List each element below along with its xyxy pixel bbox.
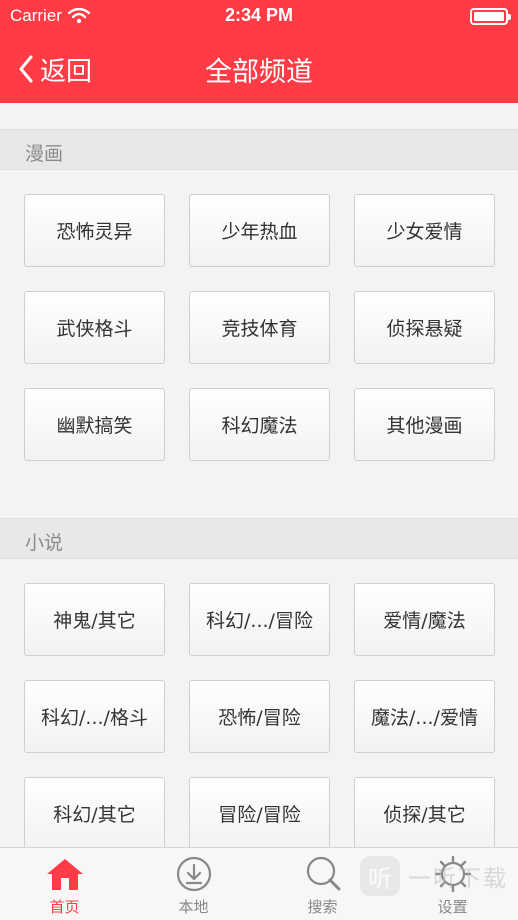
section-header: 漫画 xyxy=(0,129,518,170)
channel-button[interactable]: 神鬼/其它 xyxy=(24,583,165,656)
tab-local[interactable]: 本地 xyxy=(129,848,258,920)
channel-list[interactable]: 漫画恐怖灵异 少年热血 少女爱情武侠格斗 竞技体育 侦探悬疑幽默搞笑 科幻魔法 其他漫画小说… xyxy=(0,103,518,847)
channel-button[interactable]: 武侠格斗 xyxy=(24,291,165,364)
watermark: 听 一听下载 xyxy=(360,856,508,896)
channel-button[interactable]: 竞技体育 xyxy=(189,291,330,364)
section-header: 小说 xyxy=(0,518,518,559)
tab-home-label: 首页 xyxy=(49,898,80,916)
section-title: 小说 xyxy=(25,532,64,554)
channel-button[interactable]: 少年热血 xyxy=(189,194,330,267)
section-title: 漫画 xyxy=(25,143,64,165)
home-icon xyxy=(46,859,83,890)
channel-button[interactable]: 少女爱情 xyxy=(354,194,495,267)
channel-button[interactable]: 科幻/其它 xyxy=(24,777,165,847)
channel-button[interactable]: 其他漫画 xyxy=(354,388,495,461)
channel-button[interactable]: 科幻/.../冒险 xyxy=(189,583,330,656)
channel-button[interactable]: 侦探悬疑 xyxy=(354,291,495,364)
search-icon xyxy=(306,856,340,891)
tab-local-label: 本地 xyxy=(178,898,209,916)
channel-button[interactable]: 恐怖灵异 xyxy=(24,194,165,267)
channel-button[interactable]: 科幻/.../格斗 xyxy=(24,680,165,753)
battery-level xyxy=(474,12,504,21)
page-title: 全部频道 xyxy=(205,57,313,88)
channel-button[interactable]: 幽默搞笑 xyxy=(24,388,165,461)
watermark-logo: 听 xyxy=(360,856,400,896)
tab-search-label: 搜索 xyxy=(307,898,338,916)
battery-icon xyxy=(470,8,511,25)
watermark-text: 一听下载 xyxy=(408,866,508,892)
download-icon xyxy=(176,856,211,892)
channel-button[interactable]: 侦探/其它 xyxy=(354,777,495,847)
channel-button[interactable]: 冒险/冒险 xyxy=(189,777,330,847)
tab-settings-label: 设置 xyxy=(437,898,468,916)
channel-button[interactable]: 爱情/魔法 xyxy=(354,583,495,656)
channel-button[interactable]: 恐怖/冒险 xyxy=(189,680,330,753)
channel-button[interactable]: 科幻魔法 xyxy=(189,388,330,461)
channel-button[interactable]: 魔法/.../爱情 xyxy=(354,680,495,753)
tab-home[interactable]: 首页 xyxy=(0,848,129,920)
status-time: 2:34 PM xyxy=(224,5,294,25)
nav-header: Carrier 2:34 PM 返回 全部频道 xyxy=(0,0,518,103)
status-bar: Carrier 2:34 PM xyxy=(0,0,518,34)
